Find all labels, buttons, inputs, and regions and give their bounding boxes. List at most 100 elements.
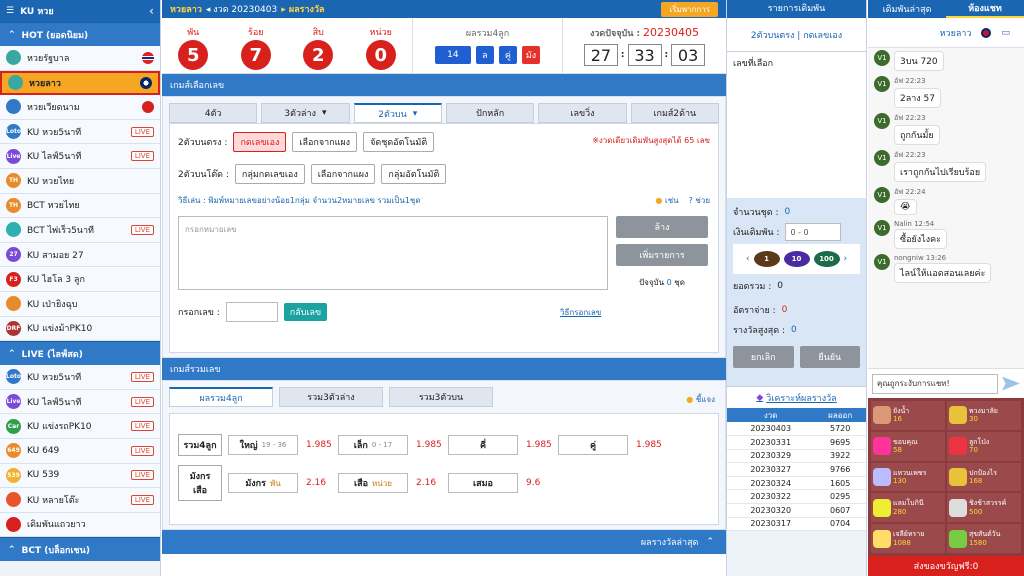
sum-tab-2[interactable]: รวม3ตัวบน: [389, 387, 493, 407]
sidebar-item[interactable]: Loto KU หวย5นาที LIVE: [0, 365, 160, 390]
gift-item[interactable]: แลมโบกินี 280: [871, 493, 945, 523]
tv-icon[interactable]: ▭: [1001, 28, 1010, 38]
results-table: งวด ผลออก 20230403 5720 20230331 9695 2023032…: [727, 408, 866, 532]
chip-100[interactable]: 100: [813, 251, 840, 267]
sidebar-item[interactable]: Live KU ไลฟ์5นาที LIVE: [0, 389, 160, 415]
chip-1[interactable]: 1: [753, 251, 780, 267]
gift-price: 58: [893, 446, 902, 455]
collapse-icon[interactable]: ‹: [149, 4, 154, 18]
amount-input[interactable]: 0 - 0: [785, 223, 842, 241]
chat-message: V1 อัฟ 22:23 เราถูกกันไปเรียบร้อย: [874, 150, 1018, 182]
example-link[interactable]: ● เช่น: [655, 194, 678, 207]
gift-item[interactable]: แหวนเพชร 130: [871, 462, 945, 492]
gift-price: 70: [969, 446, 978, 455]
menu-icon[interactable]: ☰: [6, 6, 14, 16]
bet-option[interactable]: มังกร พัน: [228, 473, 298, 493]
sidebar-item[interactable]: KU เป่ายิงฉุบ: [0, 291, 160, 317]
gift-name: ยังน้ำ: [893, 407, 910, 415]
sidebar-item[interactable]: เดิมพันแถวยาว: [0, 512, 160, 538]
gift-item[interactable]: ยังน้ำ 16: [871, 401, 945, 430]
group-manual-button[interactable]: กลุ่มกดเลขเอง: [234, 164, 305, 184]
gift-item[interactable]: ปกป้องไร 168: [947, 462, 1021, 492]
gift-item[interactable]: เจลีย์ทราย 1088: [871, 524, 945, 553]
gift-item[interactable]: พวงมาลัย 30: [947, 401, 1021, 430]
sum-tab-0[interactable]: ผลรวม4ลูก: [169, 387, 273, 407]
reverse-button[interactable]: กลับเลข: [283, 303, 328, 321]
chip-10[interactable]: 10: [783, 251, 810, 267]
tab-0[interactable]: 4ตัว: [169, 103, 258, 123]
tab-4[interactable]: เลขวิ่ง: [538, 103, 627, 123]
chevron-left-icon[interactable]: ‹: [746, 254, 750, 264]
sidebar-item[interactable]: F3 KU ไฮโล 3 ลูก: [0, 267, 160, 292]
sidebar-item[interactable]: 649 KU 649 LIVE: [0, 438, 160, 464]
clear-button[interactable]: ล้าง: [616, 216, 708, 238]
sidebar-item[interactable]: 539 KU 539 LIVE: [0, 463, 160, 489]
gift-item[interactable]: สุขสันต์วัน 1580: [947, 524, 1021, 553]
free-gift-bar[interactable]: ส่งของขวัญฟรี:0: [868, 556, 1024, 576]
bet-option[interactable]: คี่: [448, 435, 518, 455]
sum-tab-1[interactable]: รวม3ตัวล่าง: [279, 387, 383, 407]
sidebar-section-1[interactable]: ⌃ LIVE (ไลฟ์สด): [0, 341, 160, 366]
manual-entry-button[interactable]: กดเลขเอง: [233, 132, 287, 152]
room-name[interactable]: หวยลาว: [940, 26, 972, 40]
auto-set-button[interactable]: จัดชุดอัตโนมัติ: [363, 132, 435, 152]
tab-3[interactable]: ปักหลัก: [445, 103, 535, 123]
chevron-right-icon[interactable]: ›: [844, 254, 848, 264]
help-link[interactable]: ? ช่วย: [689, 194, 710, 207]
sidebar-section-2[interactable]: ⌃ BCT (บล็อกเชน): [0, 537, 160, 562]
sidebar-item[interactable]: 27 KU สามอย 27: [0, 242, 160, 268]
bet-option[interactable]: เล็ก 0 - 17: [338, 435, 408, 455]
tab-5[interactable]: เกมส์2ด้าน: [630, 103, 719, 123]
sidebar-item[interactable]: Live KU ไลฟ์5นาที LIVE: [0, 144, 160, 169]
digit-label: ร้อย: [247, 28, 264, 38]
bet-option[interactable]: เสือ หน่วย: [338, 473, 408, 493]
sidebar-item[interactable]: หวยรัฐบาล: [0, 46, 160, 71]
number-input[interactable]: [225, 302, 278, 322]
analyze-link[interactable]: ◆ วิเคราะห์ผลรางวัล: [727, 386, 866, 408]
gift-text: ปกป้องไร 168: [969, 469, 997, 486]
number-textarea[interactable]: กรอกหมายเลข: [178, 216, 608, 290]
lotto-name[interactable]: หวยลาว: [170, 2, 202, 16]
sidebar-item[interactable]: DRF KU แข่งม้าPK10: [0, 316, 160, 342]
cancel-button[interactable]: ยกเลิก: [733, 346, 794, 368]
message-text: ถูกกันมั้ย: [894, 125, 940, 145]
rules-link[interactable]: ● ชี้แจง: [686, 393, 715, 406]
tab-latest-bets[interactable]: เดิมพันล่าสุด: [868, 0, 946, 18]
main-panel: หวยลาว ◂ งวด 20230403 ▸ ผลรางวัล เริ่มพา…: [162, 0, 726, 576]
pick-from-panel-button[interactable]: เลือกจากแผง: [292, 132, 358, 152]
amount-label: เงินเดิมพัน :: [733, 228, 780, 238]
group-panel-button[interactable]: เลือกจากแผง: [310, 164, 376, 184]
group-auto-button[interactable]: กลุ่มอัตโนมัติ: [381, 164, 447, 184]
chat-message: V1 Nalin 12:54 ซื้อยังไงคะ: [874, 220, 1018, 249]
sidebar-item[interactable]: KU หลายโต๊ะ LIVE: [0, 488, 160, 513]
bet-option[interactable]: ใหญ่ 19 - 36: [228, 435, 298, 455]
bet-option[interactable]: คู่: [558, 435, 628, 455]
sidebar-item[interactable]: หวยเวียดนาม: [0, 95, 160, 120]
send-icon[interactable]: [1002, 376, 1020, 391]
confirm-button[interactable]: ยืนยัน: [799, 346, 860, 368]
howto-link[interactable]: วิธีกรอกเลข: [560, 306, 601, 319]
chat-input[interactable]: คุณถูกระงับการแชท!: [872, 373, 998, 394]
sidebar-item[interactable]: BCT ไพ่เร็ว5นาที LIVE: [0, 218, 160, 243]
tab-2[interactable]: 2ตัวบน ▾: [353, 103, 442, 123]
bet-option[interactable]: เสมอ: [448, 473, 518, 493]
gift-item[interactable]: ชิงช้าสวรรค์ 500: [947, 493, 1021, 523]
add-list-button[interactable]: เพิ่มรายการ: [616, 244, 708, 266]
round-number: 20230405: [643, 26, 700, 39]
gift-item[interactable]: ลูกโป่ง 70: [947, 431, 1021, 461]
tab-1[interactable]: 3ตัวล่าง ▾: [261, 103, 350, 123]
latest-results-bar[interactable]: ผลรางวัลล่าสุด ⌃: [162, 530, 726, 554]
sidebar-item[interactable]: TH BCT หวยไทย: [0, 193, 160, 219]
sidebar-section-0[interactable]: ⌃ HOT (ยอดนิยม): [0, 22, 160, 46]
round-selector[interactable]: ◂ งวด 20230403: [206, 2, 277, 16]
now-unit: ชุด: [674, 278, 685, 287]
sidebar-item[interactable]: หวยลาว: [0, 70, 160, 96]
gift-item[interactable]: ขอบคุณ 58: [871, 431, 945, 461]
sidebar-item[interactable]: Loto KU หวย5นาที LIVE: [0, 119, 160, 145]
tab-chat-room[interactable]: ห้องแชท: [946, 0, 1024, 18]
sidebar-item[interactable]: TH KU หวยไทย: [0, 168, 160, 194]
sidebar-item[interactable]: Car KU แข่งรถPK10 LIVE: [0, 414, 160, 439]
draw-link[interactable]: ▸ ผลรางวัล: [281, 2, 324, 16]
section-label: HOT (ยอดนิยม): [21, 30, 89, 41]
start-button[interactable]: เริ่มพากการ: [661, 1, 718, 17]
